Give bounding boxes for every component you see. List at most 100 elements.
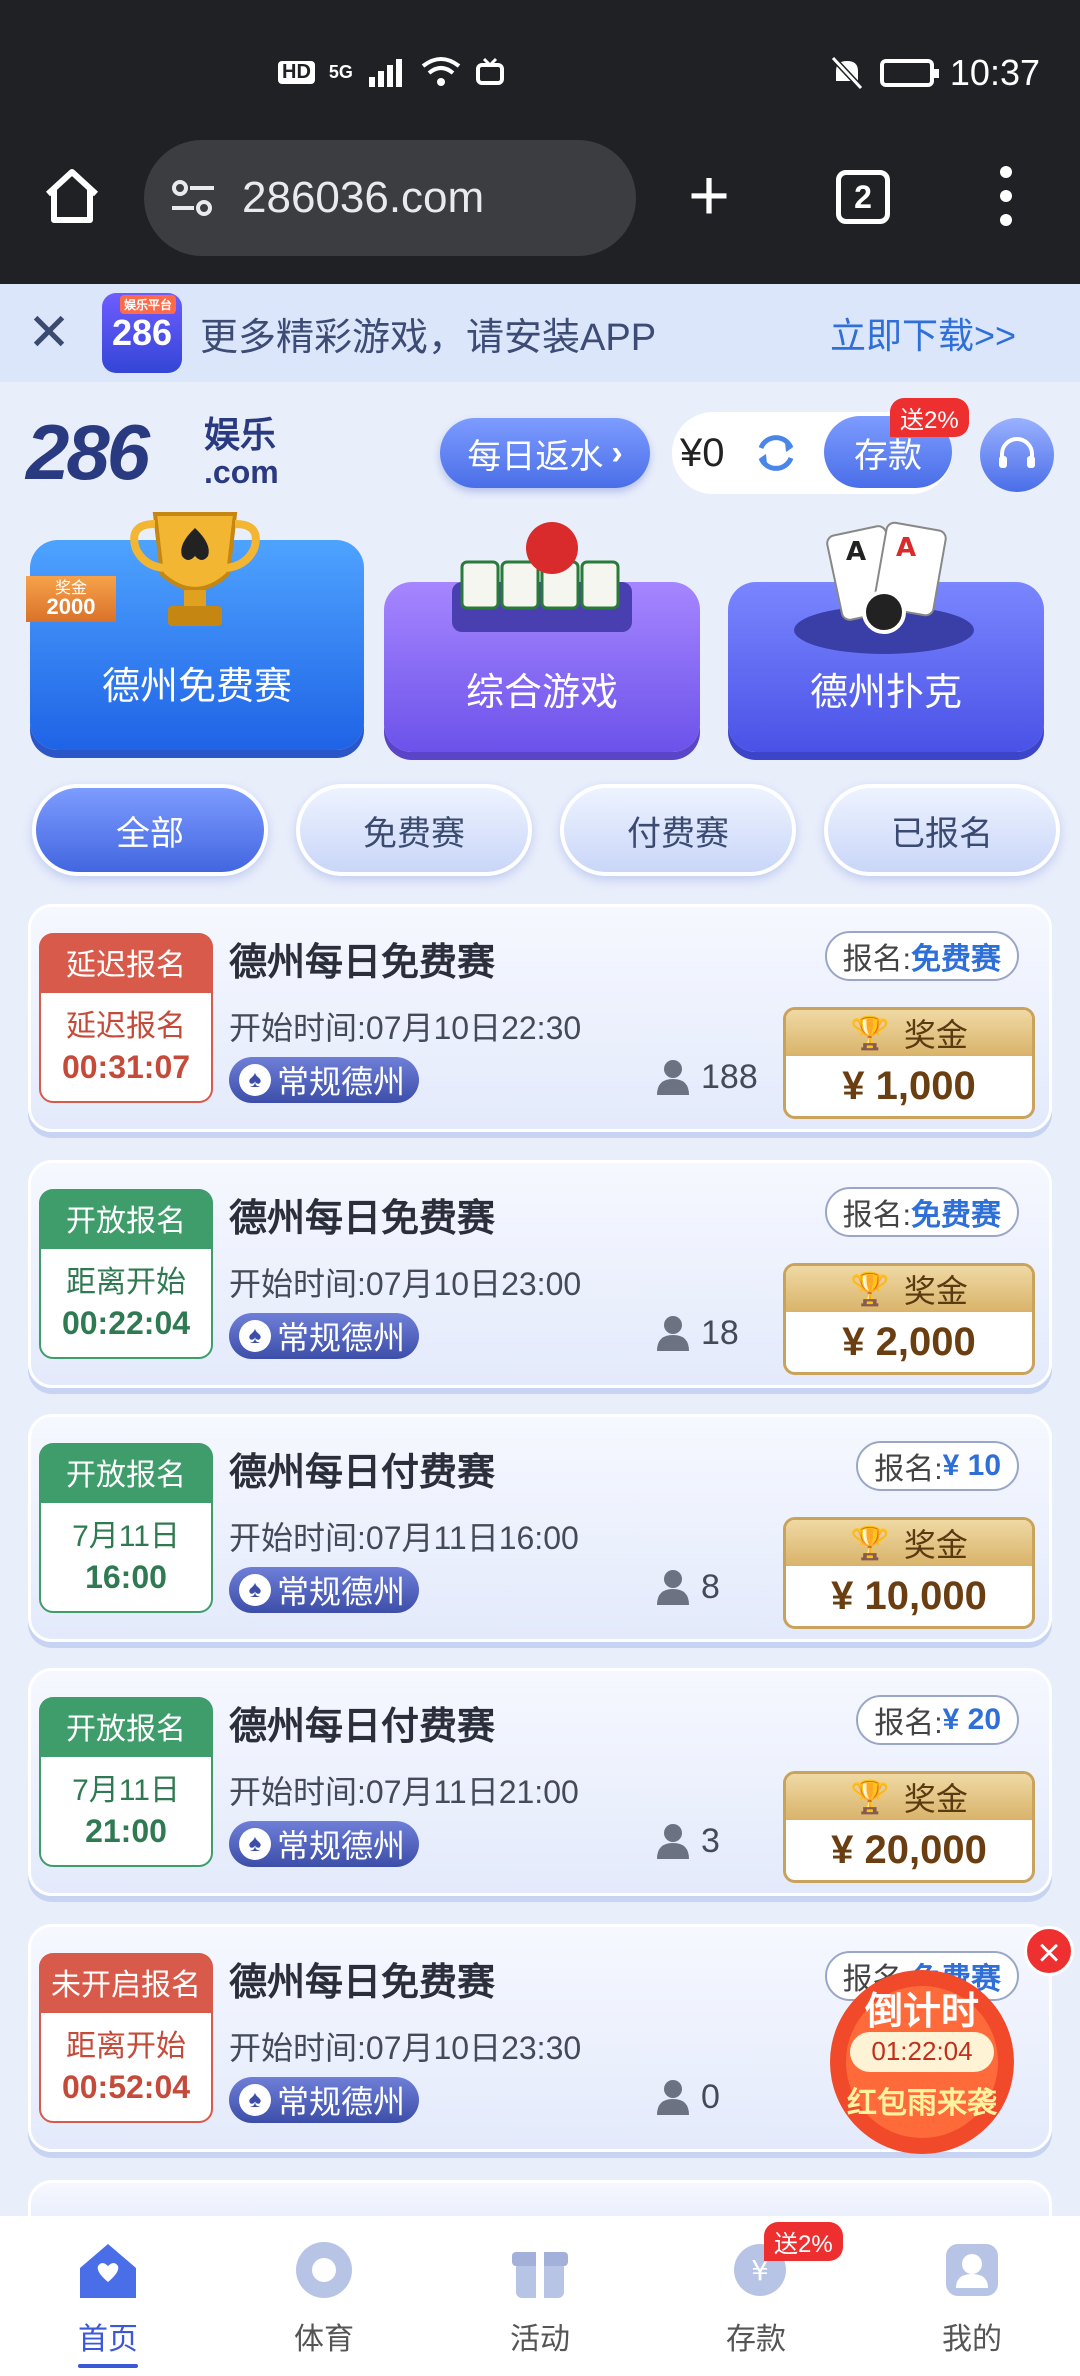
tournament-name: 德州每日付费赛 — [229, 1706, 496, 1748]
prize-box: 🏆 奖金 ¥ 1,000 — [783, 1007, 1035, 1119]
tournament-start-time: 开始时间:07月10日23:30 — [229, 2030, 582, 2066]
player-count: 3 — [655, 1821, 720, 1861]
status-sub-bottom: 00:52:04 — [61, 2069, 191, 2105]
nav-activity[interactable]: 活动 — [432, 2216, 648, 2376]
tournament-start-time: 开始时间:07月11日16:00 — [229, 1520, 579, 1556]
spade-icon: ♠ — [239, 1828, 271, 1860]
signup-fee-badge: 报名: ¥ 20 — [856, 1695, 1019, 1745]
mute-icon — [830, 55, 864, 91]
promo-timer: 01:22:04 — [871, 2036, 973, 2066]
logo-subtitle: 娱乐 — [204, 414, 277, 455]
deposit-bonus-badge: 送2% — [890, 398, 969, 437]
player-count-value: 0 — [701, 2077, 720, 2116]
filter-tab-all[interactable]: 全部 — [32, 784, 268, 876]
logo-domain: .com — [204, 454, 279, 490]
prize-label: 奖金 — [903, 1781, 968, 1817]
new-tab-button[interactable]: + — [688, 160, 730, 232]
trophy-icon — [130, 512, 260, 626]
prize-amount: ¥ 10,000 — [831, 1574, 987, 1618]
home-icon — [80, 2244, 136, 2298]
tab-switcher-button[interactable]: 2 — [836, 170, 890, 224]
more-menu-icon[interactable] — [1000, 166, 1016, 226]
bottom-navigation: 首页 体育 活动 ¥ 存款 我的 — [0, 2216, 1080, 2376]
users-icon — [657, 2080, 689, 2115]
nav-home[interactable]: 首页 — [0, 2216, 216, 2376]
status-countdown: 距离开始 00:52:04 — [39, 2011, 213, 2123]
mahjong-icon — [452, 522, 632, 632]
status-right: 10:37 — [830, 52, 1040, 94]
prize-box: 🏆 奖金 ¥ 20,000 — [783, 1771, 1035, 1883]
status-countdown: 7月11日 21:00 — [39, 1755, 213, 1867]
nav-label: 体育 — [294, 2323, 354, 2356]
red-packet-promo[interactable]: 倒计时 01:22:04 红包雨来袭 — [790, 1952, 1054, 2162]
status-badge: 未开启报名 — [39, 1953, 213, 2011]
game-type-badge: ♠ 常规德州 — [229, 1057, 420, 1103]
signup-label: 报名: — [874, 1453, 943, 1486]
player-count: 188 — [655, 1057, 758, 1097]
tournament-start-time: 开始时间:07月11日21:00 — [229, 1774, 579, 1810]
close-promo-icon[interactable]: × — [1024, 1926, 1074, 1976]
prize-amount: ¥ 2,000 — [842, 1320, 976, 1364]
filter-tab-registered[interactable]: 已报名 — [824, 784, 1060, 876]
signal-icon — [368, 59, 402, 87]
tournament-card[interactable]: 延迟报名 延迟报名 00:31:07 德州每日免费赛 开始时间:07月10日22… — [28, 904, 1052, 1132]
game-card-label: 德州免费赛 — [101, 666, 292, 708]
game-type-badge: ♠ 常规德州 — [229, 1567, 420, 1613]
url-text[interactable]: 286036.com — [242, 173, 484, 223]
player-count-value: 8 — [701, 1567, 720, 1606]
gift-icon — [512, 2252, 568, 2298]
prize-label: 奖金 — [903, 1273, 968, 1309]
svg-text:A: A — [846, 537, 866, 567]
ball-icon — [296, 2242, 352, 2298]
player-count: 0 — [655, 2077, 720, 2117]
game-card-texas-poker[interactable]: A A 德州扑克 — [728, 521, 1044, 752]
daily-rebate-button[interactable]: 每日返水 › — [440, 418, 650, 488]
tournament-name: 德州每日免费赛 — [229, 942, 496, 984]
site-settings-icon[interactable] — [168, 178, 218, 218]
nav-label: 活动 — [510, 2323, 570, 2356]
site-logo: 286 娱乐 .com — [26, 412, 296, 492]
browser-toolbar: 286036.com + 2 — [0, 110, 1080, 284]
prize-tag-amount: 2000 — [46, 594, 96, 619]
status-icons: HD 5G — [278, 56, 505, 88]
address-bar[interactable]: 286036.com — [144, 140, 636, 256]
users-icon — [657, 1316, 689, 1351]
nav-profile[interactable]: 我的 — [864, 2216, 1080, 2376]
game-card-comprehensive[interactable]: 综合游戏 — [384, 522, 700, 752]
promo-title: 倒计时 — [864, 1991, 979, 2033]
tournament-card[interactable]: 开放报名 7月11日 21:00 德州每日付费赛 开始时间:07月11日21:0… — [28, 1668, 1052, 1896]
filter-tab-paid[interactable]: 付费赛 — [560, 784, 796, 876]
trophy-icon: 🏆 — [850, 1015, 890, 1051]
close-icon[interactable]: ✕ — [26, 303, 72, 363]
status-badge: 延迟报名 — [39, 933, 213, 991]
wifi-icon — [421, 57, 461, 86]
nav-sports[interactable]: 体育 — [216, 2216, 432, 2376]
status-sub-bottom: 00:31:07 — [61, 1049, 191, 1085]
status-badge: 开放报名 — [39, 1443, 213, 1501]
rebate-label: 每日返水 — [467, 437, 604, 476]
headset-icon — [999, 437, 1035, 468]
download-link[interactable]: 立即下载>> — [830, 307, 1016, 359]
prize-amount: ¥ 20,000 — [831, 1828, 987, 1872]
tournament-card[interactable]: 开放报名 距离开始 00:22:04 德州每日免费赛 开始时间:07月10日23… — [28, 1160, 1052, 1388]
game-type-label: 常规德州 — [277, 1064, 406, 1100]
refresh-icon[interactable] — [753, 430, 799, 476]
nav-label: 首页 — [78, 2323, 138, 2356]
game-type-badge: ♠ 常规德州 — [229, 1313, 420, 1359]
filter-tab-free[interactable]: 免费赛 — [296, 784, 532, 876]
customer-service-button[interactable] — [980, 418, 1054, 492]
users-icon — [657, 1570, 689, 1605]
player-count-value: 188 — [701, 1057, 758, 1096]
trophy-icon: 🏆 — [850, 1779, 890, 1815]
tournament-start-time: 开始时间:07月10日22:30 — [229, 1010, 582, 1046]
tournament-card[interactable]: 开放报名 7月11日 16:00 德州每日付费赛 开始时间:07月11日16:0… — [28, 1414, 1052, 1642]
spade-icon: ♠ — [239, 1064, 271, 1096]
player-count-value: 3 — [701, 1821, 720, 1860]
game-type-label: 常规德州 — [277, 1828, 406, 1864]
prize-label: 奖金 — [903, 1527, 968, 1563]
promo-subtitle: 红包雨来袭 — [847, 2087, 997, 2120]
game-card-texas-free[interactable]: 德州免费赛 — [30, 512, 364, 750]
player-count: 18 — [655, 1313, 739, 1353]
tournament-name: 德州每日免费赛 — [229, 1198, 496, 1240]
home-icon[interactable] — [40, 164, 104, 228]
